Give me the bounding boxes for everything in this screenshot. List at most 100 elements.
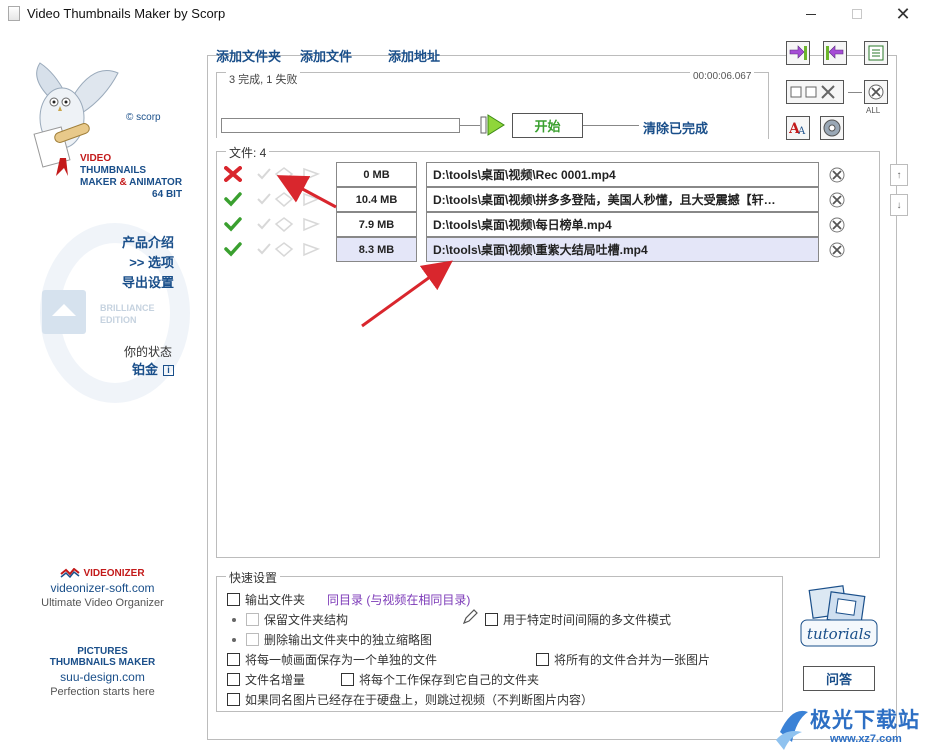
- bullet-icon: [232, 617, 236, 622]
- output-folder-checkbox[interactable]: [227, 593, 240, 606]
- checkbox-toggle-icon: [790, 85, 835, 99]
- skip-existing-checkbox[interactable]: [227, 693, 240, 706]
- failed-icon: [224, 166, 242, 182]
- multi-file-mode-checkbox[interactable]: [485, 613, 498, 626]
- font-icon: AA: [789, 121, 806, 136]
- clear-completed-link[interactable]: 清除已完成: [643, 118, 708, 137]
- faq-button[interactable]: 问答: [803, 666, 875, 691]
- done-check-icon: [224, 192, 242, 207]
- app-icon: [8, 6, 20, 21]
- play-icon[interactable]: [480, 113, 506, 137]
- videonizer-promo[interactable]: VIDEONIZER videonizer-soft.com Ultimate …: [0, 568, 205, 609]
- output-folder-option[interactable]: 输出文件夹: [227, 591, 305, 608]
- close-button[interactable]: ✕: [880, 0, 926, 28]
- file-path[interactable]: D:\tools\桌面\视频\每日榜单.mp4: [426, 212, 819, 237]
- product-intro-link[interactable]: 产品介绍: [100, 233, 174, 253]
- list-view-button[interactable]: [864, 41, 888, 65]
- move-in-button[interactable]: [786, 41, 810, 65]
- start-button[interactable]: 开始: [512, 113, 583, 138]
- file-row[interactable]: 0 MB D:\tools\桌面\视频\Rec 0001.mp4: [222, 162, 852, 187]
- merge-all-option[interactable]: 将所有的文件合并为一张图片: [536, 651, 710, 668]
- keep-structure-checkbox[interactable]: [246, 613, 259, 626]
- export-settings-link[interactable]: 导出设置: [100, 273, 174, 293]
- output-folder-label: 输出文件夹: [245, 593, 306, 607]
- file-size: 7.9 MB: [336, 212, 417, 237]
- delete-thumbs-label: 删除输出文件夹中的独立缩略图: [264, 633, 433, 647]
- minimize-button[interactable]: [788, 0, 834, 28]
- left-panel: © scorp VIDEO THUMBNAILS MAKER & ANIMATO…: [0, 28, 205, 756]
- same-directory-link[interactable]: 同目录 (与视频在相同目录): [327, 591, 470, 608]
- disc-button[interactable]: [820, 116, 844, 140]
- brand-maker: MAKER: [80, 177, 117, 188]
- pen-icon[interactable]: [462, 609, 478, 625]
- file-path[interactable]: D:\tools\桌面\视频\拼多多登陆，美国人秒懂，且大受震撼【轩…: [426, 187, 819, 212]
- save-own-folder-checkbox[interactable]: [341, 673, 354, 686]
- delete-thumbs-option[interactable]: 删除输出文件夹中的独立缩略图: [232, 631, 432, 648]
- file-row[interactable]: 8.3 MB D:\tools\桌面\视频\重紫大结局吐槽.mp4: [222, 237, 852, 262]
- videonizer-site-link[interactable]: videonizer-soft.com: [0, 581, 205, 595]
- arrows-in-icon: [789, 45, 807, 60]
- remove-file-icon[interactable]: [828, 166, 846, 184]
- keep-structure-option[interactable]: 保留文件夹结构: [232, 611, 348, 628]
- move-out-button[interactable]: [823, 41, 847, 65]
- ghost-actions-icon: [257, 217, 321, 232]
- tutorials-label: tutorials: [807, 625, 871, 643]
- add-url-link[interactable]: 添加地址: [388, 46, 440, 65]
- font-button[interactable]: AA: [786, 116, 810, 140]
- close-all-icon: [868, 84, 884, 100]
- filename-increment-option[interactable]: 文件名增量: [227, 671, 305, 688]
- file-size: 0 MB: [336, 162, 417, 187]
- videonizer-name: VIDEONIZER: [83, 568, 145, 579]
- remove-file-icon[interactable]: [828, 241, 846, 259]
- add-folder-link[interactable]: 添加文件夹: [216, 46, 281, 65]
- brand-line-1: VIDEO: [80, 153, 112, 164]
- info-icon[interactable]: i: [163, 365, 174, 377]
- maximize-icon: [852, 9, 862, 19]
- multi-file-mode-option[interactable]: 用于特定时间间隔的多文件模式: [485, 611, 671, 628]
- done-check-icon: [224, 217, 242, 232]
- elapsed-time: 00:00:06.067: [690, 71, 755, 82]
- edition-line-2: EDITION: [100, 315, 137, 325]
- pictures-thumbnails-promo[interactable]: PICTURES THUMBNAILS MAKER suu-design.com…: [0, 646, 205, 698]
- connector-line: [848, 92, 862, 93]
- watermark-logo-icon: [776, 710, 808, 750]
- save-each-frame-option[interactable]: 将每一帧画面保存为一个单独的文件: [227, 651, 437, 668]
- options-link[interactable]: >> 选项: [100, 253, 174, 273]
- watermark: 极光下载站 www.xz7.com: [772, 700, 922, 754]
- save-each-frame-label: 将每一帧画面保存为一个单独的文件: [245, 653, 438, 667]
- remove-file-icon[interactable]: [828, 191, 846, 209]
- connector-line: [583, 125, 639, 126]
- ptm-title-2: THUMBNAILS MAKER: [49, 657, 156, 668]
- ghost-actions-icon: [257, 192, 321, 207]
- status-value[interactable]: 铂金 i: [110, 359, 174, 378]
- move-down-button[interactable]: ↓: [890, 194, 908, 216]
- ptm-site-link[interactable]: suu-design.com: [0, 670, 205, 684]
- delete-thumbs-checkbox[interactable]: [246, 633, 259, 646]
- tutorials-button[interactable]: tutorials: [795, 582, 883, 650]
- maximize-button[interactable]: [834, 0, 880, 28]
- file-path[interactable]: D:\tools\桌面\视频\Rec 0001.mp4: [426, 162, 819, 187]
- filename-increment-checkbox[interactable]: [227, 673, 240, 686]
- remove-file-icon[interactable]: [828, 216, 846, 234]
- title-bar: Video Thumbnails Maker by Scorp ✕: [0, 0, 926, 28]
- add-file-link[interactable]: 添加文件: [300, 46, 352, 65]
- save-each-frame-checkbox[interactable]: [227, 653, 240, 666]
- file-path[interactable]: D:\tools\桌面\视频\重紫大结局吐槽.mp4: [426, 237, 819, 262]
- files-count: 文件: 4: [226, 144, 270, 161]
- edition-label: BRILLIANCE EDITION: [100, 302, 155, 326]
- file-row[interactable]: 10.4 MB D:\tools\桌面\视频\拼多多登陆，美国人秒懂，且大受震撼…: [222, 187, 852, 212]
- videonizer-logo-icon: [60, 568, 81, 579]
- skip-existing-option[interactable]: 如果同名图片已经存在于硬盘上，则跳过视频（不判断图片内容）: [227, 691, 593, 708]
- brand-line-2: THUMBNAILS: [80, 165, 147, 176]
- move-up-button[interactable]: ↑: [890, 164, 908, 186]
- merge-all-checkbox[interactable]: [536, 653, 549, 666]
- select-toggle-button[interactable]: [786, 80, 844, 104]
- merge-all-label: 将所有的文件合并为一张图片: [554, 653, 711, 667]
- save-own-folder-option[interactable]: 将每个工作保存到它自己的文件夹: [341, 671, 539, 688]
- product-brand: VIDEO THUMBNAILS MAKER & ANIMATOR 64 BIT: [80, 153, 182, 201]
- bullet-icon: [232, 637, 236, 642]
- remove-all-button[interactable]: [864, 80, 888, 104]
- file-row[interactable]: 7.9 MB D:\tools\桌面\视频\每日榜单.mp4: [222, 212, 852, 237]
- watermark-url: www.xz7.com: [830, 733, 902, 745]
- edition-icon: [42, 290, 86, 334]
